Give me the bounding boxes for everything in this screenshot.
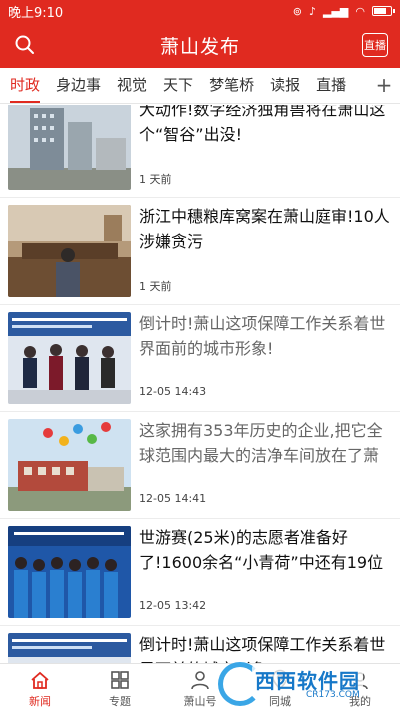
press-event-icon	[8, 633, 131, 665]
home-icon	[31, 671, 49, 689]
news-headline[interactable]: 大动作!数字经济独角兽将在萧山这个“智谷”出没!	[139, 105, 392, 147]
tab-item[interactable]: 读报	[262, 68, 308, 103]
news-feed[interactable]: 大动作!数字经济独角兽将在萧山这个“智谷”出没! 1 天前 浙江中穗粮库窝案在萧山庭…	[0, 105, 400, 665]
user-icon	[352, 672, 368, 690]
signal-icon: ▂▄▆	[323, 4, 349, 18]
news-item[interactable]: 世游赛(25米)的志愿者准备好了!1600余名“小青荷”中还有19位国际 12-0…	[0, 519, 400, 626]
nav-label: 我的	[349, 695, 371, 708]
nav-label: 新闻	[29, 695, 51, 708]
news-timestamp: 1 天前	[139, 280, 172, 293]
nav-item[interactable]: 同城	[240, 664, 320, 711]
news-headline[interactable]: 这家拥有353年历史的企业,把它全球范围内最大的洁净车间放在了萧山	[139, 418, 392, 470]
alarm-icon: ⊚	[292, 4, 302, 18]
news-timestamp: 12-05 13:42	[139, 599, 207, 612]
tab-item[interactable]: 天下	[155, 68, 201, 103]
news-headline[interactable]: 世游赛(25米)的志愿者准备好了!1600余名“小青荷”中还有19位国际	[139, 525, 392, 577]
news-item[interactable]: 倒计时!萧山这项保障工作关系着世界面前的城市形象!	[0, 626, 400, 665]
news-item[interactable]: 倒计时!萧山这项保障工作关系着世界面前的城市形象! 12-05 14:43	[0, 305, 400, 412]
status-time: 晚上9:10	[8, 5, 64, 21]
nav-label: 专题	[109, 695, 131, 708]
volunteers-icon	[8, 526, 131, 618]
app-bar: 萧山发布 直播	[0, 22, 400, 68]
nav-item[interactable]: 专题	[80, 664, 160, 711]
news-headline[interactable]: 浙江中穗粮库窝案在萧山庭审!10人涉嫌贪污	[139, 204, 392, 254]
news-item[interactable]: 大动作!数字经济独角兽将在萧山这个“智谷”出没! 1 天前	[0, 105, 400, 198]
status-bar: 晚上9:10 ⊚ ♪ ▂▄▆ ◠	[0, 0, 400, 22]
news-headline[interactable]: 倒计时!萧山这项保障工作关系着世界面前的城市形象!	[139, 632, 392, 665]
nav-item[interactable]: 新闻	[0, 664, 80, 711]
bottom-nav: 新闻 专题 萧山号 同城 我的	[0, 663, 400, 711]
status-icons: ⊚ ♪ ▂▄▆ ◠	[292, 4, 395, 18]
news-timestamp: 12-05 14:41	[139, 492, 207, 505]
nav-item[interactable]: 我的	[320, 664, 400, 711]
news-timestamp: 1 天前	[139, 173, 172, 186]
person-icon	[191, 671, 209, 690]
wifi-icon: ◠	[355, 4, 365, 18]
tab-item[interactable]: 时政	[0, 68, 48, 103]
page-title: 萧山发布	[159, 35, 240, 58]
news-headline[interactable]: 倒计时!萧山这项保障工作关系着世界面前的城市形象!	[139, 311, 392, 361]
battery-icon	[372, 6, 395, 16]
nav-label: 同城	[269, 695, 291, 708]
search-icon[interactable]	[14, 34, 36, 56]
nav-label: 萧山号	[183, 695, 217, 708]
news-timestamp: 12-05 14:43	[139, 385, 207, 398]
news-item[interactable]: 浙江中穗粮库窝案在萧山庭审!10人涉嫌贪污 1 天前	[0, 198, 400, 305]
nav-item[interactable]: 萧山号	[160, 664, 240, 711]
tab-item[interactable]: 视觉	[109, 68, 155, 103]
tab-item[interactable]: 身边事	[48, 68, 109, 103]
news-item[interactable]: 这家拥有353年历史的企业,把它全球范围内最大的洁净车间放在了萧山 12-05 1…	[0, 412, 400, 519]
tab-item[interactable]: 直播	[308, 68, 354, 103]
location-icon	[272, 669, 288, 691]
grid-icon	[111, 671, 129, 689]
news-list: 大动作!数字经济独角兽将在萧山这个“智谷”出没! 1 天前 浙江中穗粮库窝案在萧山庭…	[0, 105, 400, 665]
tab-track: 时政 身边事 视觉 天下 梦笔桥 读报 直播	[0, 68, 372, 103]
add-tab-icon[interactable]: +	[372, 68, 396, 103]
live-button[interactable]: 直播	[362, 33, 388, 57]
press-event-icon	[8, 312, 131, 404]
factory-icon	[8, 419, 131, 511]
building-icon	[8, 105, 131, 190]
mute-icon: ♪	[308, 4, 316, 18]
category-tabs: 时政 身边事 视觉 天下 梦笔桥 读报 直播 +	[0, 68, 400, 104]
courtroom-icon	[8, 205, 131, 297]
tab-item[interactable]: 梦笔桥	[201, 68, 262, 103]
